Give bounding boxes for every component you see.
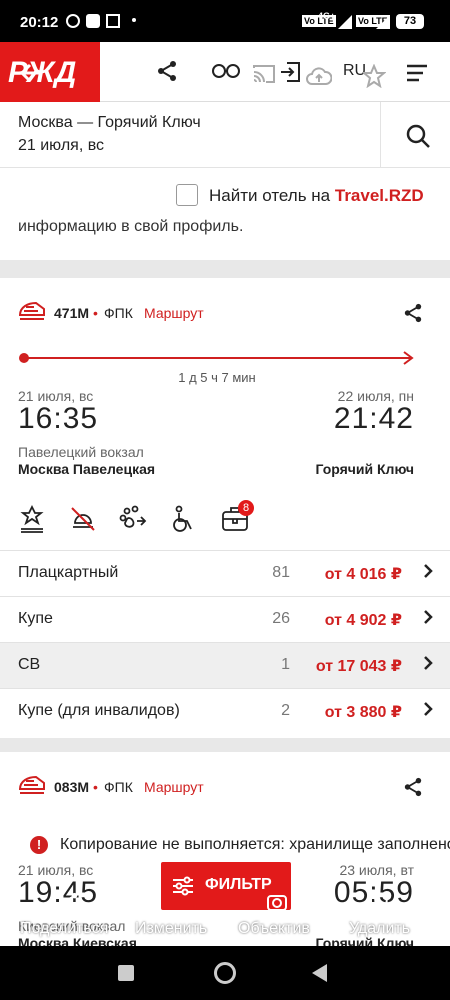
seat-count: 2 [281, 702, 290, 719]
whatsapp-icon [66, 14, 80, 28]
filter-label: ФИЛЬТР [205, 876, 272, 893]
recents-button[interactable] [118, 965, 134, 981]
delete-action[interactable]: Удалить [349, 920, 410, 938]
glasses-icon[interactable] [208, 56, 244, 86]
separator-dot: • [93, 305, 98, 321]
route-link[interactable]: Маршрут [144, 779, 204, 795]
arrival-time: 21:42 [333, 402, 414, 435]
train-card[interactable]: 471М • ФПК Маршрут 1 д 5 ч 7 мин 21 июля… [0, 278, 450, 738]
signal2-icon [376, 15, 390, 29]
status-time: 20:12 [20, 14, 59, 31]
seat-count: 81 [272, 564, 290, 581]
wheelchair-icon [168, 504, 198, 534]
journey-line [18, 350, 416, 366]
status-bar: 20:12 Vo LTE 4G+ Vo LTE 73 [0, 0, 450, 42]
app2-notification-icon [106, 14, 120, 28]
chevron-right-icon [422, 655, 434, 676]
hotel-brand: Travel.RZD [334, 186, 424, 205]
departure-time: 16:35 [18, 402, 99, 435]
app-notification-icon [86, 14, 100, 28]
hotel-label-text: Найти отель на [209, 186, 335, 205]
class-name: Плацкартный [18, 564, 119, 581]
share-action[interactable]: Поделиться [20, 920, 108, 938]
train-icon [18, 300, 46, 322]
trash-icon [370, 890, 392, 914]
seat-count: 1 [281, 656, 290, 673]
train-number: 471М [54, 305, 90, 321]
rzd-logo[interactable]: РЖД [0, 42, 100, 102]
class-price: от 17 043 ₽ [315, 658, 402, 675]
class-row[interactable]: СВ 1 от 17 043 ₽ [0, 642, 450, 688]
class-row[interactable]: Плацкартный 81 от 4 016 ₽ [0, 550, 450, 596]
departure-station: Павелецкий вокзал [18, 444, 144, 460]
lens-icon [264, 890, 290, 914]
pets-icon [118, 504, 148, 534]
carrier: ФПК [104, 779, 133, 795]
branded-train-icon [18, 504, 46, 534]
share-icon [56, 890, 82, 914]
no-food-icon [68, 504, 98, 534]
carrier: ФПК [104, 305, 133, 321]
share-icon[interactable] [400, 300, 426, 326]
class-row[interactable]: Купе (для инвалидов) 2 от 3 880 ₽ [0, 688, 450, 734]
train-number: 083М [54, 779, 90, 795]
hotel-label[interactable]: Найти отель на Travel.RZD [209, 186, 424, 206]
class-name: СВ [18, 656, 41, 673]
bottom-overlay: ФИЛЬТР Поделиться Изменить Объектив Удал… [0, 862, 450, 946]
cloud-upload-icon[interactable] [304, 62, 334, 90]
separator-dot: • [93, 779, 98, 795]
class-name: Купе (для инвалидов) [18, 702, 180, 719]
hotel-checkbox[interactable] [176, 184, 198, 206]
class-price: от 4 016 ₽ [324, 566, 402, 583]
departure-city: Москва Павелецкая [18, 461, 156, 477]
search-summary[interactable]: Москва — Горячий Ключ 21 июля, вс [0, 102, 450, 168]
route-title: Москва — Горячий Ключ [18, 114, 201, 131]
class-price: от 4 902 ₽ [324, 612, 402, 629]
toast-text: Копирование не выполняется: хранилище за… [60, 836, 450, 853]
share-icon[interactable] [400, 774, 426, 800]
network-type: 4G+ [318, 11, 336, 21]
login-icon[interactable] [276, 58, 304, 86]
edit-action[interactable]: Изменить [135, 920, 207, 938]
class-name: Купе [18, 610, 53, 627]
error-toast: ! Копирование не выполняется: хранилище … [0, 826, 450, 866]
route-link[interactable]: Маршрут [144, 305, 204, 321]
hotel-offer: Найти отель на Travel.RZD информацию в с… [0, 168, 450, 260]
route-date: 21 июля, вс [18, 137, 105, 154]
home-button[interactable] [214, 962, 236, 984]
services-badge: 8 [238, 500, 254, 516]
more-notifications-dot [132, 18, 136, 22]
class-price: от 3 880 ₽ [324, 704, 402, 721]
share-icon[interactable] [152, 56, 182, 86]
chevron-right-icon [422, 701, 434, 722]
system-nav-bar [0, 946, 450, 1000]
menu-icon[interactable] [402, 58, 432, 88]
back-arrow-icon[interactable] [16, 58, 46, 88]
filter-icon [169, 872, 197, 900]
battery-icon: 73 [396, 14, 424, 29]
seat-count: 26 [272, 610, 290, 627]
train-icon [18, 774, 46, 796]
signal-icon [338, 15, 352, 29]
cast-icon[interactable] [250, 60, 278, 88]
arrival-city: Горячий Ключ [315, 461, 414, 477]
class-row[interactable]: Купе 26 от 4 902 ₽ [0, 596, 450, 642]
clipped-info-text: информацию в свой профиль. [18, 218, 244, 235]
app-bar: РЖД RU [0, 42, 450, 102]
error-icon: ! [30, 836, 48, 854]
chevron-right-icon [422, 563, 434, 584]
chevron-right-icon [422, 609, 434, 630]
duration: 1 д 5 ч 7 мин [178, 370, 256, 385]
back-button[interactable] [312, 964, 327, 982]
divider [380, 102, 381, 168]
lens-action[interactable]: Объектив [238, 920, 310, 938]
star-icon[interactable] [360, 62, 388, 90]
search-icon[interactable] [402, 120, 434, 152]
